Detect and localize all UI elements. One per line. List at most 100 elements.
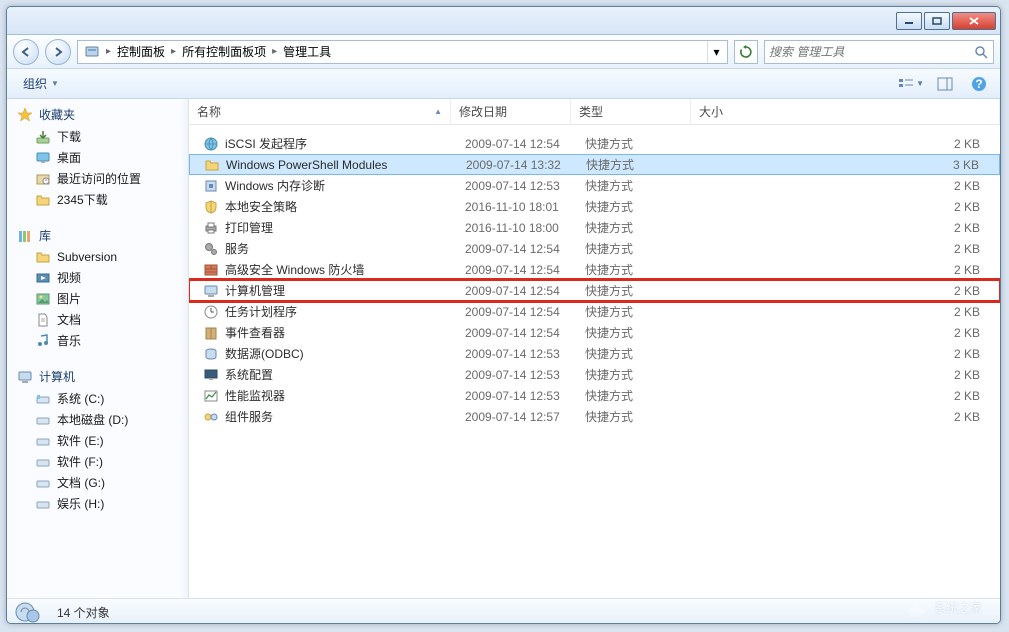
file-size: 2 KB	[697, 368, 1000, 382]
sidebar-item-drive-g[interactable]: 文档 (G:)	[11, 472, 188, 493]
search-icon	[973, 44, 989, 60]
file-row[interactable]: Windows 内存诊断2009-07-14 12:53快捷方式2 KB	[189, 175, 1000, 196]
close-button[interactable]	[952, 12, 996, 30]
shield-icon	[203, 199, 219, 215]
file-date: 2009-07-14 12:53	[457, 347, 577, 361]
file-type: 快捷方式	[577, 345, 697, 362]
drive-icon	[35, 496, 51, 512]
sidebar-item-drive-h[interactable]: 娱乐 (H:)	[11, 493, 188, 514]
sidebar-item-drive-e[interactable]: 软件 (E:)	[11, 430, 188, 451]
file-type: 快捷方式	[577, 324, 697, 341]
file-row[interactable]: 任务计划程序2009-07-14 12:54快捷方式2 KB	[189, 301, 1000, 322]
breadcrumb-item-1[interactable]: 所有控制面板项	[178, 41, 270, 62]
file-date: 2016-11-10 18:01	[457, 200, 577, 214]
breadcrumb-item-0[interactable]: 控制面板	[113, 41, 169, 62]
navigation-pane[interactable]: 收藏夹 下载 桌面 最近访问的位置 2345下载 库 Subversion 视频…	[7, 99, 189, 598]
file-type: 快捷方式	[577, 282, 697, 299]
folder-icon	[204, 157, 220, 173]
video-icon	[35, 270, 51, 286]
column-date[interactable]: 修改日期	[451, 99, 571, 124]
file-list[interactable]: iSCSI 发起程序2009-07-14 12:54快捷方式2 KBWindow…	[189, 125, 1000, 598]
file-size: 2 KB	[697, 389, 1000, 403]
chevron-right-icon[interactable]: ▸	[169, 46, 178, 57]
sidebar-item-drive-d[interactable]: 本地磁盘 (D:)	[11, 409, 188, 430]
file-row[interactable]: 计算机管理2009-07-14 12:54快捷方式2 KB	[189, 280, 1000, 301]
wall-icon	[203, 262, 219, 278]
view-options-button[interactable]: ▼	[898, 73, 924, 95]
refresh-button[interactable]	[734, 40, 758, 64]
picture-icon	[35, 291, 51, 307]
db-icon	[203, 346, 219, 362]
file-name: 事件查看器	[225, 324, 285, 341]
favorites-header[interactable]: 收藏夹	[11, 103, 188, 126]
search-box[interactable]	[764, 40, 994, 64]
sidebar-item-desktop[interactable]: 桌面	[11, 147, 188, 168]
chevron-right-icon[interactable]: ▸	[270, 46, 279, 57]
sidebar-item-2345[interactable]: 2345下载	[11, 189, 188, 210]
sidebar-item-recent[interactable]: 最近访问的位置	[11, 168, 188, 189]
address-bar[interactable]: ▸ 控制面板 ▸ 所有控制面板项 ▸ 管理工具 ▾	[77, 40, 728, 64]
file-date: 2009-07-14 13:32	[458, 158, 578, 172]
sidebar-item-downloads[interactable]: 下载	[11, 126, 188, 147]
chip-icon	[203, 178, 219, 194]
titlebar	[7, 7, 1000, 35]
file-row[interactable]: 组件服务2009-07-14 12:57快捷方式2 KB	[189, 406, 1000, 427]
column-type[interactable]: 类型	[571, 99, 691, 124]
minimize-button[interactable]	[896, 12, 922, 30]
file-row[interactable]: 数据源(ODBC)2009-07-14 12:53快捷方式2 KB	[189, 343, 1000, 364]
computer-header[interactable]: 计算机	[11, 365, 188, 388]
sidebar-item-videos[interactable]: 视频	[11, 267, 188, 288]
forward-button[interactable]	[45, 39, 71, 65]
computer-icon	[203, 283, 219, 299]
file-name: Windows 内存诊断	[225, 177, 325, 194]
sidebar-item-subversion[interactable]: Subversion	[11, 247, 188, 267]
desktop-icon	[35, 150, 51, 166]
libraries-header[interactable]: 库	[11, 224, 188, 247]
breadcrumb-item-2[interactable]: 管理工具	[279, 41, 335, 62]
file-date: 2009-07-14 12:54	[457, 137, 577, 151]
file-row[interactable]: 打印管理2016-11-10 18:00快捷方式2 KB	[189, 217, 1000, 238]
file-list-pane: 名称 修改日期 类型 大小 iSCSI 发起程序 2009-07-14 12:54…	[189, 99, 1000, 598]
file-row[interactable]: 服务2009-07-14 12:54快捷方式2 KB	[189, 238, 1000, 259]
file-row[interactable]: iSCSI 发起程序2009-07-14 12:54快捷方式2 KB	[189, 133, 1000, 154]
column-name[interactable]: 名称	[189, 99, 451, 124]
sidebar-item-drive-c[interactable]: 系统 (C:)	[11, 388, 188, 409]
sidebar-item-drive-f[interactable]: 软件 (F:)	[11, 451, 188, 472]
file-name: 性能监视器	[225, 387, 285, 404]
breadcrumb-root[interactable]	[80, 42, 104, 62]
favorites-group: 收藏夹 下载 桌面 最近访问的位置 2345下载	[11, 103, 188, 210]
svg-text:?: ?	[975, 77, 982, 91]
file-size: 2 KB	[697, 263, 1000, 277]
file-size: 2 KB	[697, 284, 1000, 298]
maximize-button[interactable]	[924, 12, 950, 30]
recent-icon	[35, 171, 51, 187]
file-row[interactable]: Windows PowerShell Modules2009-07-14 13:…	[189, 154, 1000, 175]
sidebar-item-music[interactable]: 音乐	[11, 330, 188, 351]
sidebar-item-pictures[interactable]: 图片	[11, 288, 188, 309]
chevron-right-icon[interactable]: ▸	[104, 46, 113, 57]
back-button[interactable]	[13, 39, 39, 65]
file-type: 快捷方式	[578, 156, 698, 173]
file-date: 2009-07-14 12:57	[457, 410, 577, 424]
folder-icon	[35, 192, 51, 208]
file-date: 2009-07-14 12:53	[457, 389, 577, 403]
file-row[interactable]: 本地安全策略2016-11-10 18:01快捷方式2 KB	[189, 196, 1000, 217]
search-input[interactable]	[769, 45, 973, 59]
file-row[interactable]: 性能监视器2009-07-14 12:53快捷方式2 KB	[189, 385, 1000, 406]
drive-icon	[35, 475, 51, 491]
file-name: iSCSI 发起程序	[225, 135, 307, 152]
help-button[interactable]: ?	[966, 73, 992, 95]
file-type: 快捷方式	[577, 219, 697, 236]
file-row[interactable]: 系统配置2009-07-14 12:53快捷方式2 KB	[189, 364, 1000, 385]
computer-icon	[17, 369, 33, 385]
address-dropdown[interactable]: ▾	[707, 41, 725, 63]
file-name: 高级安全 Windows 防火墙	[225, 261, 364, 278]
file-name: 打印管理	[225, 219, 273, 236]
file-row[interactable]: 事件查看器2009-07-14 12:54快捷方式2 KB	[189, 322, 1000, 343]
preview-pane-button[interactable]	[932, 73, 958, 95]
column-size[interactable]: 大小	[691, 99, 1000, 124]
drive-icon	[35, 391, 51, 407]
sidebar-item-documents[interactable]: 文档	[11, 309, 188, 330]
organize-button[interactable]: 组织 ▼	[15, 72, 67, 95]
file-row[interactable]: 高级安全 Windows 防火墙2009-07-14 12:54快捷方式2 KB	[189, 259, 1000, 280]
